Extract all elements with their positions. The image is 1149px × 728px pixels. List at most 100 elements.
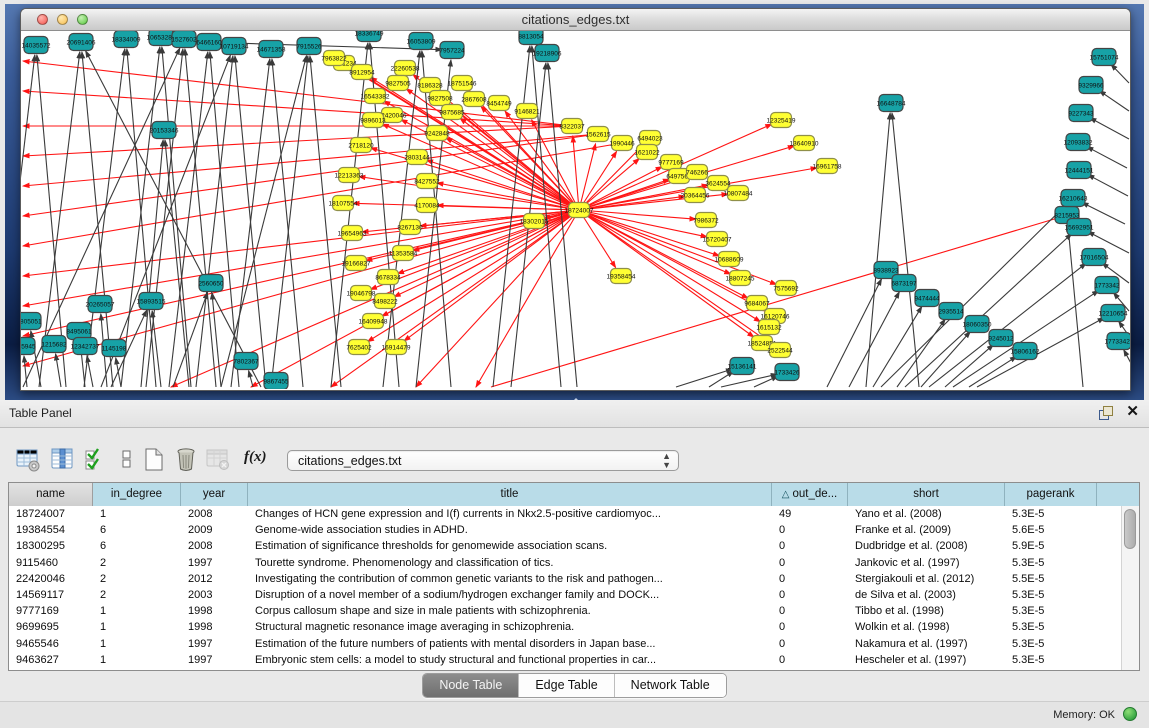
column-chooser-icon[interactable] (51, 447, 77, 473)
table-cell: 9465546 (9, 636, 93, 652)
graph-edge[interactable] (231, 59, 270, 387)
column-header-title[interactable]: title (248, 483, 772, 506)
table-cell: Franke et al. (2009) (848, 522, 1005, 538)
column-header-out_de[interactable]: △out_de... (772, 483, 848, 506)
graph-edge[interactable] (1090, 118, 1129, 139)
tab-network-table[interactable]: Network Table (615, 674, 726, 697)
table-row[interactable]: 946362711997Embryonic stem cells: a mode… (9, 652, 1122, 668)
table-row[interactable]: 1938455462009Genome-wide association stu… (9, 522, 1122, 538)
graph-edge[interactable] (446, 138, 579, 210)
graph-edge[interactable] (23, 210, 579, 276)
graph-edge[interactable] (579, 167, 662, 210)
table-cell: 9115460 (9, 555, 93, 571)
tab-edge-table[interactable]: Edge Table (519, 674, 614, 697)
graph-edge[interactable] (579, 210, 616, 268)
graph-node-label: 9245012 (988, 335, 1014, 342)
table-row[interactable]: 1456911722003Disruption of a novel membe… (9, 587, 1122, 603)
graph-edge[interactable] (827, 279, 881, 387)
table-cell: Tourette syndrome. Phenomenology and cla… (248, 555, 772, 571)
table-row[interactable]: 1830029562008Estimation of significance … (9, 538, 1122, 554)
scrollbar-thumb[interactable] (1124, 509, 1136, 549)
status-bar: Memory: OK (0, 701, 1149, 728)
graph-node-label: 1990446 (609, 140, 635, 147)
graph-node-label: 13640910 (790, 140, 819, 147)
graph-node-label: 9777169 (658, 159, 684, 166)
column-header-name[interactable]: name (9, 483, 93, 506)
graph-node-label: 18107554 (329, 200, 358, 207)
graph-edge[interactable] (953, 291, 1099, 387)
column-header-in_degree[interactable]: in_degree (93, 483, 181, 506)
close-panel-icon[interactable]: ✕ (1126, 403, 1139, 421)
table-cell: 18724007 (9, 506, 93, 522)
graph-node-label: 9827505 (385, 80, 411, 87)
memory-status-icon[interactable] (1123, 707, 1137, 721)
graph-edge[interactable] (579, 158, 639, 210)
delete-table-icon[interactable] (174, 447, 200, 473)
graph-edge[interactable] (23, 210, 579, 306)
graph-edge[interactable] (1111, 64, 1129, 83)
tab-node-table[interactable]: Node Table (423, 674, 519, 697)
row-height-icon[interactable] (115, 447, 141, 473)
graph-edge[interactable] (579, 210, 754, 337)
graph-node-label: 16409948 (359, 318, 388, 325)
table-row[interactable]: 969969511998Structural magnetic resonanc… (9, 619, 1122, 635)
table-row[interactable]: 2242004622012Investigating the contribut… (9, 571, 1122, 587)
graph-edge[interactable] (416, 210, 579, 387)
graph-edge[interactable] (1124, 350, 1130, 367)
table-cell: Embryonic stem cells: a model to study s… (248, 652, 772, 668)
network-window-titlebar[interactable]: citations_edges.txt (21, 9, 1130, 31)
table-settings-icon[interactable] (16, 447, 42, 473)
graph-edge[interactable] (929, 263, 1086, 387)
graph-edge[interactable] (754, 376, 778, 387)
graph-edge[interactable] (1088, 175, 1128, 196)
graph-edge[interactable] (87, 356, 93, 387)
graph-edge[interactable] (165, 140, 189, 387)
network-canvas[interactable]: 1872400786012348912954222605389827505165… (21, 31, 1130, 389)
graph-edge[interactable] (221, 56, 307, 387)
table-row[interactable]: 1872400712008Changes of HCN gene express… (9, 506, 1122, 522)
column-header-pagerank[interactable]: pagerank (1005, 483, 1097, 506)
graph-edge[interactable] (977, 318, 1104, 387)
column-header-short[interactable]: short (848, 483, 1005, 506)
graph-edge[interactable] (579, 144, 596, 210)
column-header-year[interactable]: year (181, 483, 248, 506)
select-columns-icon[interactable] (84, 447, 110, 473)
network-view-window: citations_edges.txt 18724007860123489129… (20, 8, 1131, 391)
graph-edge[interactable] (945, 345, 993, 387)
graph-edge[interactable] (162, 47, 191, 387)
network-graph-svg[interactable]: 1872400786012348912954222605389827505165… (21, 31, 1130, 389)
table-row[interactable]: 946554611997Estimation of the future num… (9, 636, 1122, 652)
table-cell: 1 (93, 603, 181, 619)
graph-edge[interactable] (897, 319, 945, 387)
graph-edge[interactable] (249, 371, 253, 387)
float-panel-icon[interactable] (1099, 406, 1113, 420)
graph-edge[interactable] (152, 311, 161, 387)
table-row[interactable]: 911546021997Tourette syndrome. Phenomeno… (9, 555, 1122, 571)
table-cell: 0 (772, 619, 848, 635)
table-cell: 5.6E-5 (1005, 522, 1097, 538)
table-cell: 1997 (181, 636, 248, 652)
graph-edge[interactable] (866, 113, 890, 387)
table-select-dropdown[interactable]: citations_edges.txt ▲▼ (287, 450, 679, 471)
table-row[interactable]: 977716911998Corpus callosum shape and si… (9, 603, 1122, 619)
graph-edge[interactable] (1099, 91, 1129, 111)
graph-edge[interactable] (892, 113, 919, 387)
new-table-icon[interactable] (142, 447, 168, 473)
graph-edge[interactable] (881, 205, 1066, 387)
graph-node-label: 8498222 (372, 298, 398, 305)
graph-edge[interactable] (849, 292, 899, 387)
function-builder-icon[interactable]: f(x) (244, 449, 267, 466)
graph-node-label: 15806162 (1011, 348, 1040, 355)
table-cell: 1997 (181, 652, 248, 668)
table-panel-header: Table Panel ✕ (0, 400, 1149, 428)
graph-edge[interactable] (1087, 147, 1127, 168)
graph-edge[interactable] (491, 217, 1061, 387)
table-vertical-scrollbar[interactable] (1121, 506, 1139, 670)
graph-edge[interactable] (394, 210, 579, 297)
graph-edge[interactable] (460, 118, 579, 210)
graph-edge[interactable] (185, 49, 216, 387)
table-cell: 5.3E-5 (1005, 506, 1097, 522)
graph-edge[interactable] (56, 354, 61, 387)
graph-node-label: 18336749 (355, 31, 384, 37)
graph-edge[interactable] (382, 124, 579, 210)
